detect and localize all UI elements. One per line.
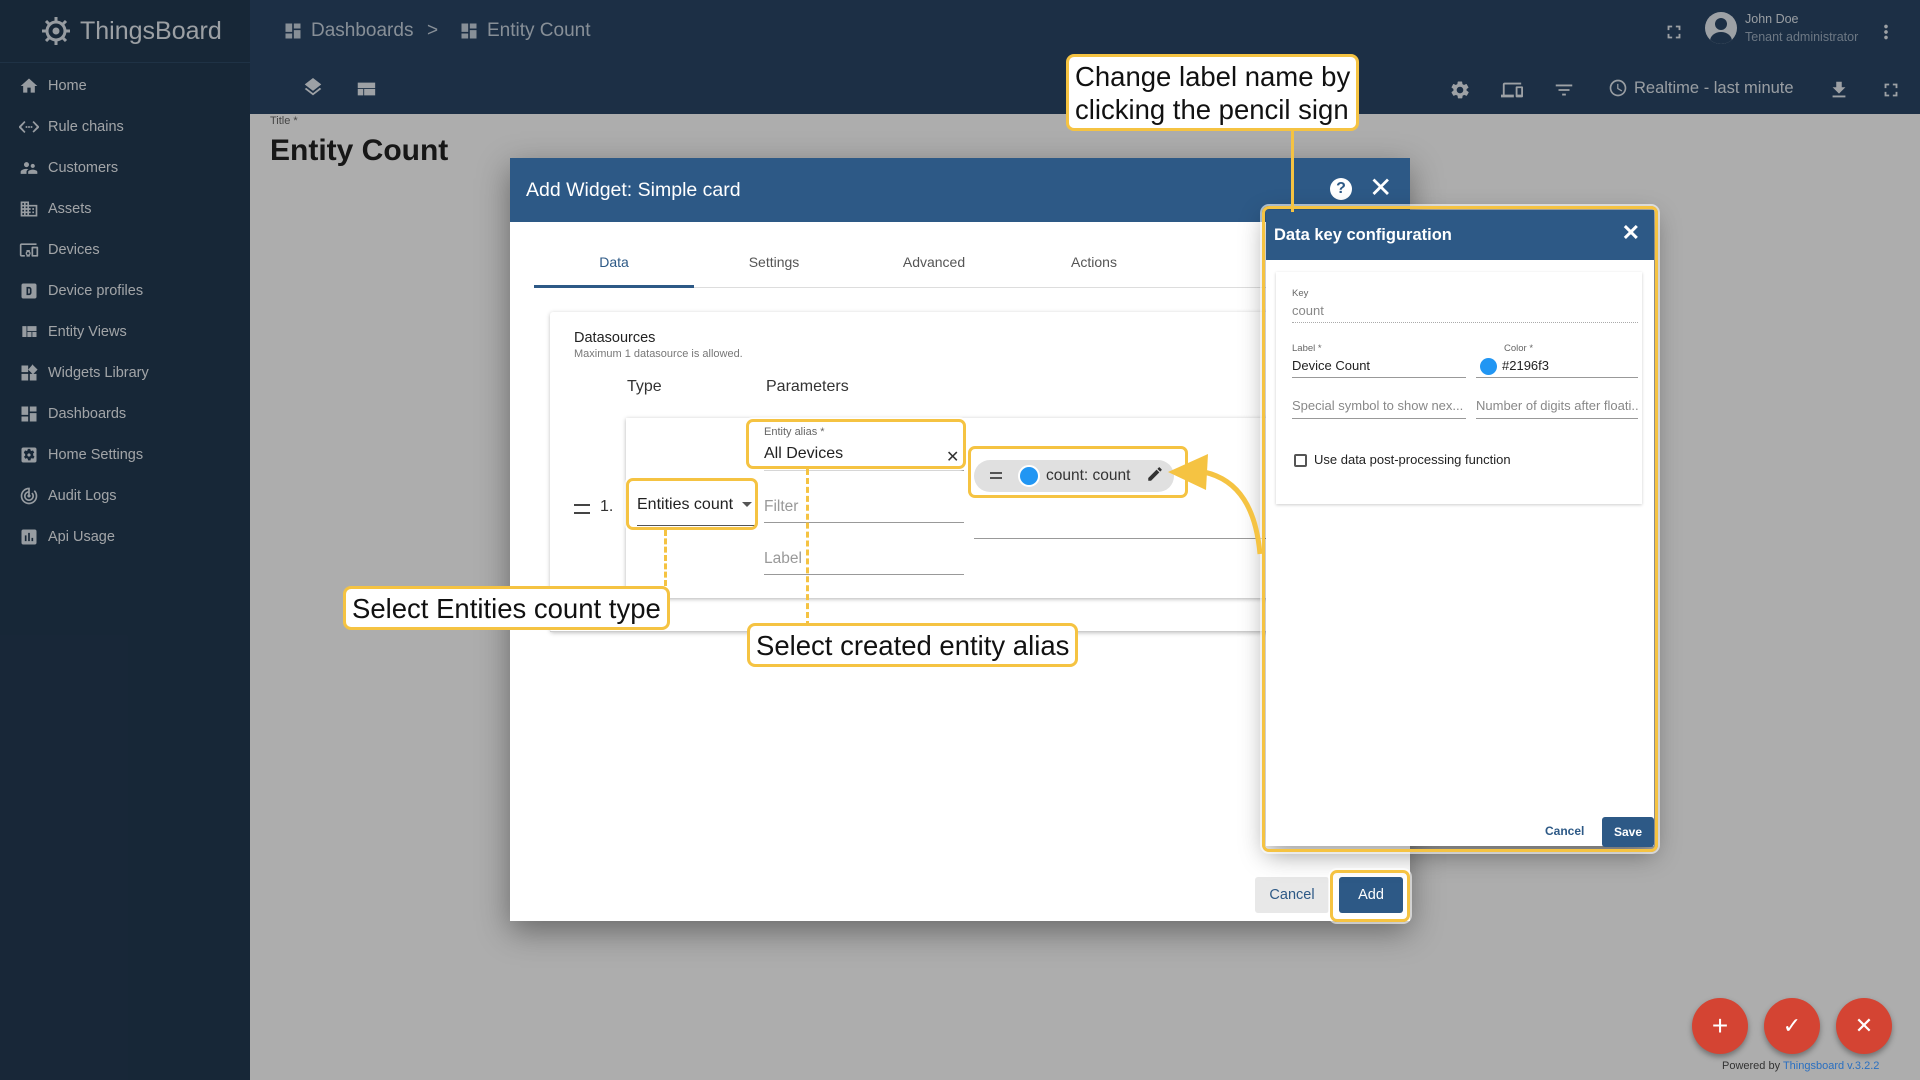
highlight-data-key-dialog <box>1262 206 1658 852</box>
powered-by: Powered by Thingsboard v.3.2.2 <box>1722 1060 1879 1072</box>
callout-connector <box>1291 124 1294 212</box>
highlight-add-button <box>1330 870 1410 922</box>
row-number: 1. <box>600 498 614 515</box>
label-underline <box>764 574 964 575</box>
label-input[interactable]: Label <box>764 550 802 568</box>
help-icon[interactable]: ? <box>1330 178 1352 200</box>
callout-type-hint: Select Entities count type <box>343 586 670 630</box>
highlight-entity-alias <box>746 419 966 469</box>
tab-settings[interactable]: Settings <box>694 252 854 288</box>
drag-handle-icon[interactable] <box>574 504 590 514</box>
callout-connector <box>806 469 809 627</box>
cancel-button[interactable]: Cancel <box>1255 877 1329 913</box>
highlight-type-select <box>626 478 758 530</box>
filter-input[interactable]: Filter <box>764 498 798 516</box>
callout-arrow <box>1168 454 1263 555</box>
callout-connector <box>664 530 667 586</box>
callout-alias-hint: Select created entity alias <box>747 623 1079 667</box>
tab-data[interactable]: Data <box>534 252 694 288</box>
plus-icon: + <box>1711 1010 1729 1041</box>
version-link[interactable]: Thingsboard v.3.2.2 <box>1783 1060 1879 1072</box>
alias-underline <box>764 470 964 471</box>
tab-actions[interactable]: Actions <box>1014 252 1174 288</box>
tab-advanced[interactable]: Advanced <box>854 252 1014 288</box>
close-icon[interactable]: ✕ <box>1369 174 1392 202</box>
datasources-hint: Maximum 1 datasource is allowed. <box>574 348 743 360</box>
apply-changes-fab[interactable]: ✓ <box>1764 998 1820 1054</box>
close-icon: ✕ <box>1854 1013 1874 1038</box>
column-type: Type <box>627 378 662 395</box>
powered-by-text: Powered by <box>1722 1060 1781 1072</box>
datasources-title: Datasources <box>574 330 656 346</box>
check-icon: ✓ <box>1782 1013 1802 1038</box>
add-widget-fab[interactable]: + <box>1692 998 1748 1054</box>
callout-text: Change label name by clicking the pencil… <box>1075 61 1351 125</box>
column-parameters: Parameters <box>766 378 849 395</box>
cancel-changes-fab[interactable]: ✕ <box>1836 998 1892 1054</box>
filter-underline <box>764 522 964 523</box>
dialog-title: Add Widget: Simple card <box>526 178 741 201</box>
highlight-data-key-chip <box>968 446 1188 498</box>
callout-pencil-hint: Change label name by clicking the pencil… <box>1066 54 1360 131</box>
